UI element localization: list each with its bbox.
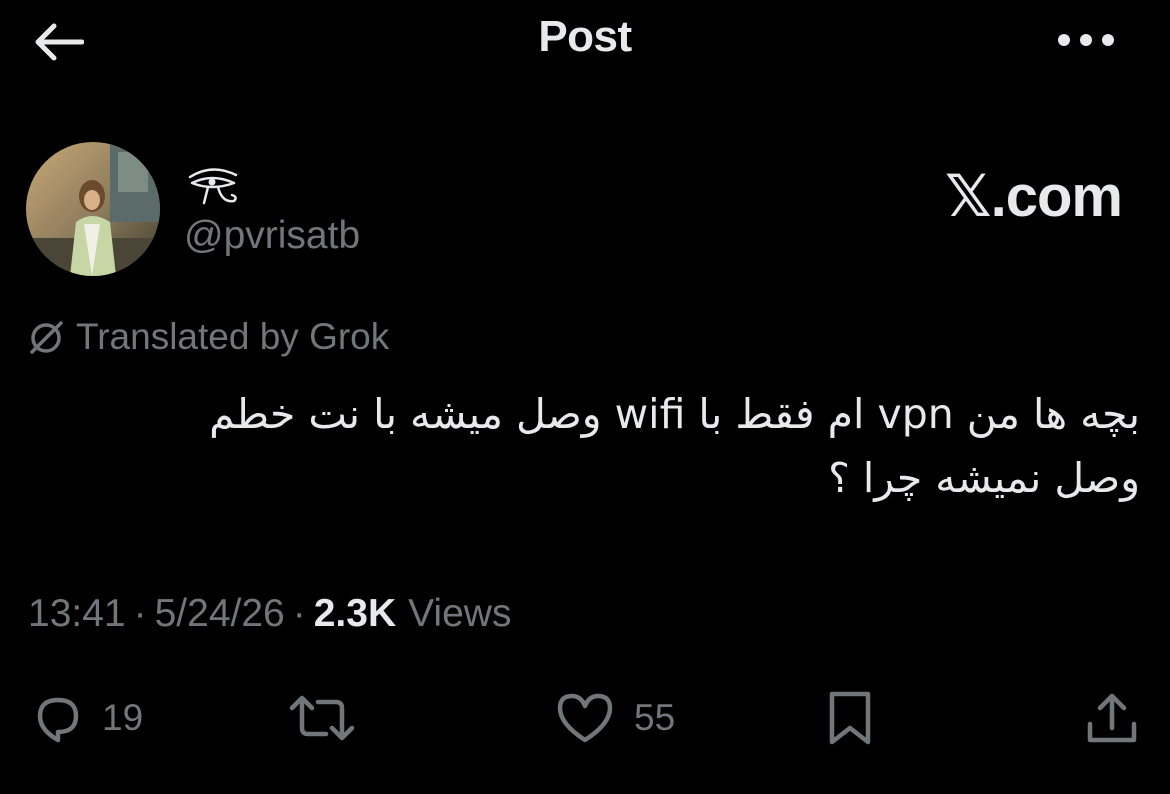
views-label: Views (408, 592, 512, 635)
site-watermark: 𝕏.com (944, 164, 1123, 229)
more-options-button[interactable] (1055, 26, 1117, 54)
avatar[interactable] (26, 142, 160, 276)
translation-notice[interactable]: Translated by Grok (26, 316, 389, 358)
reply-icon (37, 697, 79, 743)
reply-count: 19 (102, 697, 144, 738)
translate-icon (30, 321, 63, 354)
bookmark-icon (829, 691, 871, 745)
page-title: Post (538, 12, 632, 61)
views-count[interactable]: 2.3K (314, 592, 396, 636)
eye-glyph-icon (188, 168, 238, 205)
display-name[interactable] (186, 163, 242, 209)
meta-separator: · (292, 592, 306, 635)
like-count: 55 (634, 697, 676, 738)
repost-button[interactable] (286, 688, 358, 748)
share-icon (1087, 693, 1137, 743)
post-time: 13:41 (28, 592, 126, 635)
translation-label: Translated by Grok (76, 316, 390, 357)
reply-button[interactable]: 19 (28, 688, 143, 748)
heart-icon (557, 693, 613, 743)
post-date: 5/24/26 (154, 592, 285, 635)
ellipsis-icon (1058, 34, 1114, 46)
bookmark-button[interactable] (824, 688, 876, 748)
repost-icon (289, 695, 355, 741)
meta-separator: · (133, 592, 147, 635)
user-handle[interactable]: @pvrisatb (184, 214, 360, 258)
like-button[interactable]: 55 (554, 688, 675, 748)
post-meta: 13:41 · 5/24/26 · 2.3K Views (28, 592, 511, 636)
post-text: بچه ها من vpn ام فقط با wifi وصل میشه با… (209, 390, 1140, 502)
share-button[interactable] (1084, 688, 1140, 748)
